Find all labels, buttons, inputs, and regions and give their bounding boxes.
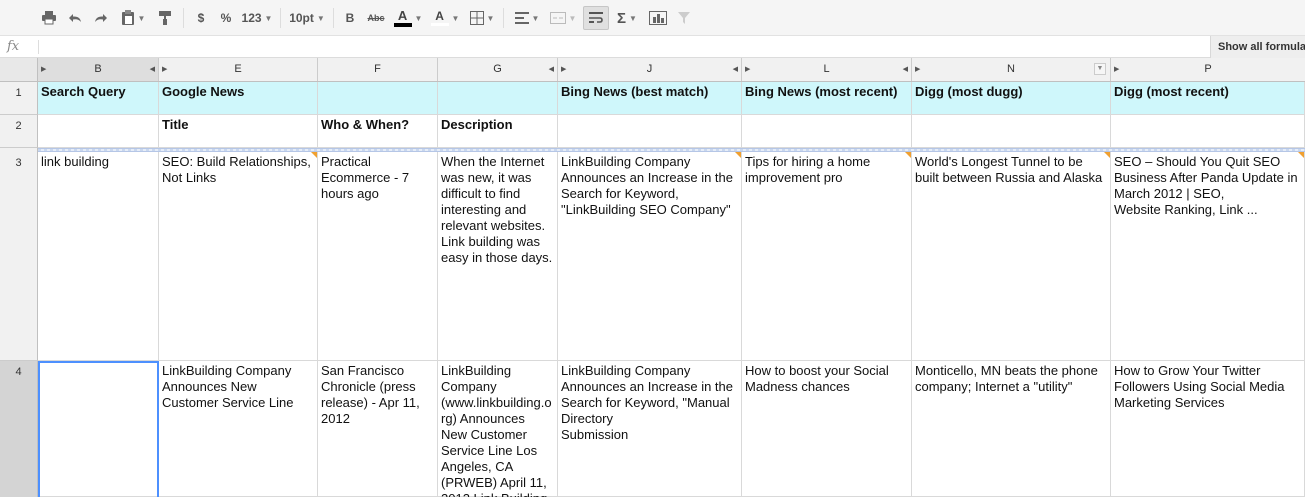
cell-l3[interactable]: Tips for hiring a home improvement pro: [742, 152, 912, 361]
cell-l2[interactable]: [742, 115, 912, 148]
cell-f4[interactable]: San Francisco Chronicle (press release) …: [318, 361, 438, 497]
wrap-text-icon: [589, 12, 603, 23]
cell-b1[interactable]: Search Query: [38, 82, 159, 115]
font-size-select[interactable]: 10pt ▼: [287, 6, 327, 30]
percent-button[interactable]: %: [216, 6, 236, 30]
align-left-icon: [514, 12, 529, 24]
cell-f3[interactable]: Practical Ecommerce - 7 hours ago: [318, 152, 438, 361]
toolbar-divider: [280, 8, 281, 28]
chevron-down-icon: ▼: [264, 13, 273, 23]
cell-p2[interactable]: [1111, 115, 1305, 148]
formula-bar: fx Show all formulas: [0, 36, 1305, 58]
fill-color-icon: A: [430, 10, 449, 26]
number-format-button[interactable]: 123 ▼: [240, 6, 274, 30]
column-header-j[interactable]: ▶ J ◀: [558, 58, 742, 81]
cell-b4[interactable]: [38, 361, 159, 497]
cell-g4[interactable]: LinkBuilding Company (www.linkbuilding.o…: [438, 361, 558, 497]
cell-n3[interactable]: World's Longest Tunnel to be built betwe…: [912, 152, 1111, 361]
borders-icon: [469, 11, 484, 25]
cell-j3[interactable]: LinkBuilding Company Announces an Increa…: [558, 152, 742, 361]
toolbar-divider: [183, 8, 184, 28]
font-size-label: 10pt: [289, 11, 314, 25]
strikethrough-button[interactable]: Abc: [364, 6, 388, 30]
column-header-g[interactable]: G ◀: [438, 58, 558, 81]
cell-p4[interactable]: How to Grow Your Twitter Followers Using…: [1111, 361, 1305, 497]
number-format-label: 123: [241, 11, 262, 25]
text-color-button[interactable]: A ▼: [391, 6, 425, 30]
cell-f1[interactable]: [318, 82, 438, 115]
fill-color-button[interactable]: A ▼: [428, 6, 462, 30]
cell-g1[interactable]: [438, 82, 558, 115]
cell-l1[interactable]: Bing News (most recent): [742, 82, 912, 115]
chevron-down-icon: ▼: [414, 13, 423, 23]
insert-chart-button[interactable]: [646, 6, 670, 30]
column-headers: ▶ B ◀ ▶ E F G ◀ ▶ J ◀ ▶ L ◀ ▶ N ▼ ▶ P: [0, 58, 1305, 82]
cell-n4[interactable]: Monticello, MN beats the phone company; …: [912, 361, 1111, 497]
row-header-2[interactable]: 2: [0, 115, 38, 148]
undo-icon[interactable]: [64, 6, 86, 30]
show-all-formulas-button[interactable]: Show all formulas: [1210, 36, 1305, 58]
functions-button[interactable]: Σ ▼: [612, 6, 642, 30]
cell-b3[interactable]: link building: [38, 152, 159, 361]
merge-icon: [549, 12, 566, 24]
frozen-rows-divider[interactable]: [38, 148, 1305, 152]
text-color-icon: A: [393, 9, 412, 27]
cell-e2[interactable]: Title: [159, 115, 318, 148]
column-header-e[interactable]: ▶ E: [159, 58, 318, 81]
chevron-down-icon: ▼: [451, 13, 460, 23]
chart-icon: [649, 11, 667, 25]
chevron-down-icon: ▼: [316, 13, 325, 23]
cell-e4[interactable]: LinkBuilding Company Announces New Custo…: [159, 361, 318, 497]
formula-input[interactable]: [44, 39, 1204, 55]
cell-g3[interactable]: When the Internet was new, it was diffic…: [438, 152, 558, 361]
column-header-p[interactable]: ▶ P: [1111, 58, 1305, 81]
cell-e1[interactable]: Google News: [159, 82, 318, 115]
cell-p1[interactable]: Digg (most recent): [1111, 82, 1305, 115]
filter-button[interactable]: [673, 6, 695, 30]
row-header-4[interactable]: 4: [0, 361, 38, 497]
paint-format-icon[interactable]: [154, 6, 176, 30]
toolbar-divider: [333, 8, 334, 28]
cell-n1[interactable]: Digg (most dugg): [912, 82, 1111, 115]
sum-icon: Σ: [617, 9, 627, 27]
paste-icon[interactable]: ▼: [116, 6, 150, 30]
column-header-f[interactable]: F: [318, 58, 438, 81]
column-header-n[interactable]: ▶ N ▼: [912, 58, 1111, 81]
redo-icon[interactable]: [90, 6, 112, 30]
chevron-down-icon: ▼: [629, 13, 637, 23]
cell-j1[interactable]: Bing News (best match): [558, 82, 742, 115]
cell-p3[interactable]: SEO – Should You Quit SEO Business After…: [1111, 152, 1305, 361]
filter-icon: [678, 12, 690, 24]
cell-e3[interactable]: SEO: Build Relationships, Not Links: [159, 152, 318, 361]
currency-button[interactable]: $: [191, 6, 211, 30]
column-header-l[interactable]: ▶ L ◀: [742, 58, 912, 81]
column-menu-icon[interactable]: ▼: [1094, 63, 1106, 75]
merge-cells-button[interactable]: ▼: [546, 6, 580, 30]
formula-divider: [38, 40, 39, 54]
cell-g2[interactable]: Description: [438, 115, 558, 148]
wrap-text-button[interactable]: [583, 6, 609, 30]
row-header-3[interactable]: 3: [0, 148, 38, 361]
align-button[interactable]: ▼: [510, 6, 544, 30]
cell-j2[interactable]: [558, 115, 742, 148]
toolbar: ▼ $ % 123 ▼ 10pt ▼ B Abc A ▼ A ▼ ▼ ▼ ▼ Σ ▼: [0, 0, 1305, 36]
cell-b2[interactable]: [38, 115, 159, 148]
cell-j4[interactable]: LinkBuilding Company Announces an Increa…: [558, 361, 742, 497]
select-all-corner[interactable]: [0, 58, 38, 82]
cell-l4[interactable]: How to boost your Social Madness chances: [742, 361, 912, 497]
fx-icon: fx: [7, 39, 20, 54]
column-header-b[interactable]: ▶ B ◀: [38, 58, 159, 81]
cell-f2[interactable]: Who & When?: [318, 115, 438, 148]
row-header-1[interactable]: 1: [0, 82, 38, 115]
toolbar-divider: [503, 8, 504, 28]
borders-button[interactable]: ▼: [466, 6, 498, 30]
cell-n2[interactable]: [912, 115, 1111, 148]
bold-button[interactable]: B: [341, 6, 359, 30]
print-icon[interactable]: [38, 6, 60, 30]
